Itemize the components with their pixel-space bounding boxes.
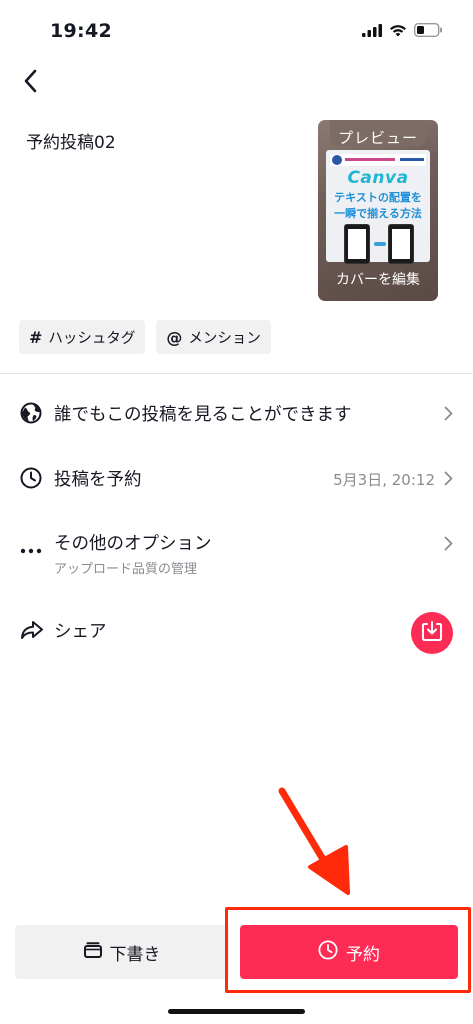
schedule-post-button[interactable]: 予約 xyxy=(240,925,458,979)
privacy-label: 誰でもこの投稿を見ることができます xyxy=(54,405,352,425)
status-time: 19:42 xyxy=(50,20,112,42)
mention-chip[interactable]: @ メンション xyxy=(156,320,271,354)
annotation-arrow xyxy=(268,785,368,904)
caption-text[interactable]: 予約投稿02 xyxy=(26,128,116,153)
download-icon xyxy=(421,620,443,646)
preview-label: プレビュー xyxy=(337,129,418,147)
tag-chips: # ハッシュタグ @ メンション xyxy=(19,320,271,354)
cover-thumbnail[interactable]: Canva テキストの配置を 一瞬で揃える方法 プレビュー カバーを編集 xyxy=(318,120,438,301)
edit-cover-button[interactable]: カバーを編集 xyxy=(318,269,438,289)
battery-icon xyxy=(413,22,443,41)
clock-icon xyxy=(20,467,42,493)
more-options-row[interactable]: その他のオプション アップロード品質の管理 xyxy=(0,528,473,578)
wifi-icon xyxy=(389,22,407,41)
mention-icon: @ xyxy=(166,327,183,347)
share-row: シェア xyxy=(0,612,473,654)
back-button[interactable] xyxy=(16,68,44,98)
clock-icon xyxy=(318,939,338,965)
chevron-left-icon xyxy=(23,69,37,97)
hashtag-icon: # xyxy=(29,327,43,347)
divider xyxy=(0,373,473,374)
schedule-label: 投稿を予約 xyxy=(54,470,142,490)
drafts-icon xyxy=(83,941,102,963)
more-options-sublabel: アップロード品質の管理 xyxy=(54,562,198,577)
hashtag-chip[interactable]: # ハッシュタグ xyxy=(19,320,146,354)
privacy-row[interactable]: 誰でもこの投稿を見ることができます xyxy=(0,398,473,434)
draft-button[interactable]: 下書き xyxy=(15,925,229,979)
cover-headline-word: Canva xyxy=(347,168,409,188)
cover-card: Canva テキストの配置を 一瞬で揃える方法 xyxy=(326,150,430,264)
chevron-right-icon xyxy=(444,406,453,425)
globe-icon xyxy=(20,402,42,428)
chevron-right-icon xyxy=(444,536,453,555)
more-dots-icon xyxy=(20,539,42,558)
post-settings-screen: 19:42 予約投稿02 Canva テキストの配置を 一瞬で揃える方法 プレビ… xyxy=(0,0,473,1024)
draft-button-label: 下書き xyxy=(109,944,161,965)
share-label: シェア xyxy=(54,622,107,642)
schedule-datetime: 5月3日, 20:12 xyxy=(333,471,435,489)
cover-headline-line2: 一瞬で揃える方法 xyxy=(334,207,422,220)
chevron-right-icon xyxy=(444,471,453,490)
share-arrow-icon xyxy=(20,620,44,644)
home-indicator[interactable] xyxy=(168,1009,305,1014)
signal-icon xyxy=(362,22,382,41)
cover-headline-line1: テキストの配置を xyxy=(334,191,422,204)
schedule-row[interactable]: 投稿を予約 5月3日, 20:12 xyxy=(0,462,473,498)
status-icons xyxy=(362,22,443,41)
hashtag-chip-label: ハッシュタグ xyxy=(48,330,136,347)
save-to-device-button[interactable] xyxy=(411,612,453,654)
schedule-post-button-label: 予約 xyxy=(346,944,380,965)
mention-chip-label: メンション xyxy=(188,330,261,347)
more-options-label: その他のオプション xyxy=(54,534,212,554)
